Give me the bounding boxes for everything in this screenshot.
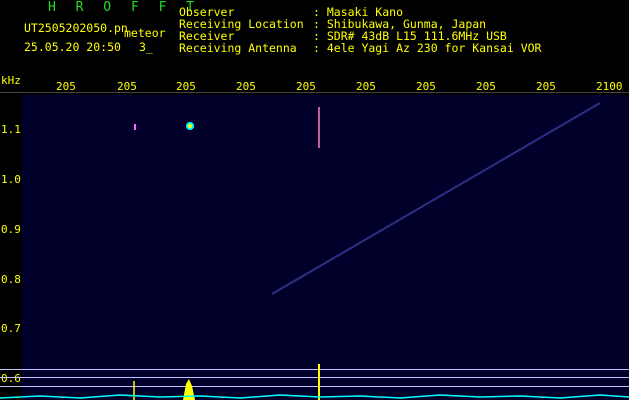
meteor-trace xyxy=(271,102,601,295)
echo-marker-core xyxy=(188,124,192,128)
echo-small xyxy=(134,124,136,130)
noise-floor xyxy=(0,394,629,399)
spectrogram-overlay xyxy=(0,102,629,400)
